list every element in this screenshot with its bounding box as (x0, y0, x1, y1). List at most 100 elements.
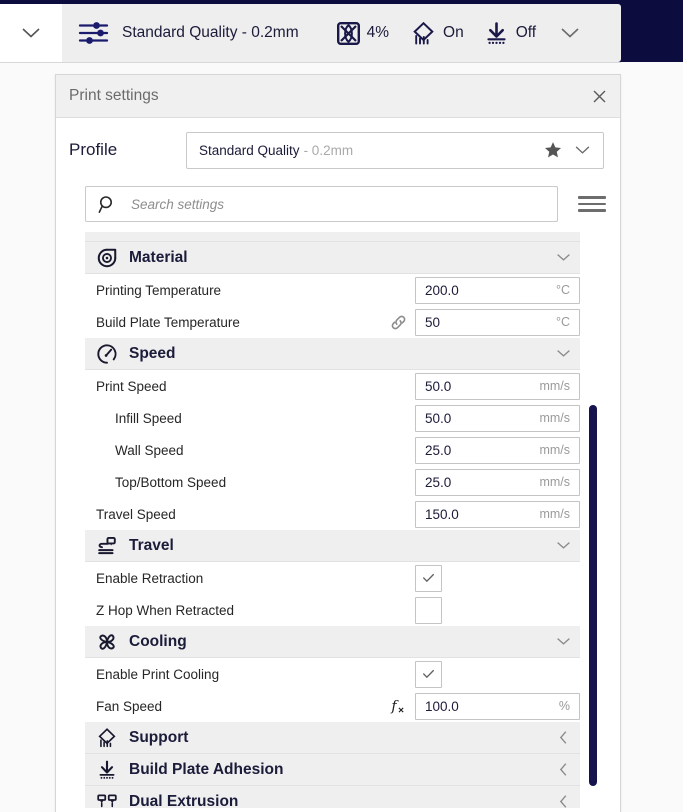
setting-unit: mm/s (539, 475, 570, 489)
setting-row-build-plate-temperature[interactable]: Build Plate Temperature 50 °C (85, 306, 580, 338)
setting-label: Build Plate Temperature (96, 314, 240, 330)
adhesion-value: Off (515, 24, 537, 41)
close-button[interactable] (588, 85, 610, 107)
setting-row-print-speed[interactable]: Print Speed 50.0 mm/s (85, 370, 580, 402)
setting-value-field[interactable]: 100.0 % (415, 692, 580, 720)
setting-checkbox-wrap (415, 596, 580, 624)
search-input[interactable] (129, 188, 557, 220)
setting-row-enable-print-cooling[interactable]: Enable Print Cooling (85, 658, 580, 690)
setting-label: Print Speed (96, 378, 167, 394)
support-icon (413, 21, 434, 44)
category-name: Travel (129, 536, 174, 554)
print-setup-toolbar[interactable]: Standard Quality - 0.2mm 4% On Off (62, 4, 621, 62)
setting-label: Enable Retraction (96, 570, 204, 586)
setting-value-field[interactable]: 25.0 mm/s (415, 468, 580, 496)
setting-row-z-hop-when-retracted[interactable]: Z Hop When Retracted (85, 594, 580, 626)
speedometer-icon (85, 343, 129, 365)
profile-row: Profile Standard Quality - 0.2mm (56, 118, 620, 182)
search-row (56, 182, 620, 226)
setting-row-wall-speed[interactable]: Wall Speed 25.0 mm/s (85, 434, 580, 466)
settings-list-inner: Material Printing Temperature 200.0 °C B… (85, 232, 580, 808)
setting-value-field[interactable]: 200.0 °C (415, 276, 580, 304)
chevron-down-icon[interactable] (546, 637, 580, 646)
setting-value-field[interactable]: 50.0 mm/s (415, 372, 580, 400)
toolbar-infill-metric[interactable]: 4% (336, 21, 389, 45)
setting-unit: °C (555, 283, 570, 297)
chevron-left-icon[interactable] (546, 794, 580, 808)
hamburger-icon-bar (578, 202, 606, 206)
enable-retraction-checkbox[interactable] (415, 564, 442, 592)
panel-header: Print settings (56, 75, 620, 118)
setting-value-field[interactable]: 25.0 mm/s (415, 436, 580, 464)
setting-row-printing-temperature[interactable]: Printing Temperature 200.0 °C (85, 274, 580, 306)
setting-label: Top/Bottom Speed (115, 474, 227, 490)
settings-scrollbar-track[interactable] (586, 248, 600, 806)
setting-label: Travel Speed (96, 506, 176, 522)
setting-row-enable-retraction[interactable]: Enable Retraction (85, 562, 580, 594)
enable-print-cooling-checkbox[interactable] (415, 660, 442, 688)
setting-value: 200.0 (425, 282, 459, 298)
setting-label: Enable Print Cooling (96, 666, 220, 682)
link-icon[interactable] (381, 313, 415, 332)
profile-dropdown-button[interactable] (571, 145, 603, 155)
category-header-cooling[interactable]: Cooling (85, 626, 580, 658)
settings-visibility-menu-button[interactable] (578, 190, 606, 218)
setting-unit: % (558, 699, 570, 713)
panel-title: Print settings (69, 87, 159, 104)
toolbar-profile-name: Standard Quality - 0.2mm (122, 24, 299, 41)
category-header-dual-extrusion[interactable]: Dual Extrusion (85, 786, 580, 808)
chevron-down-icon (22, 28, 40, 38)
chevron-down-icon[interactable] (546, 253, 580, 262)
infill-grid-icon (336, 21, 360, 45)
setting-label: Z Hop When Retracted (96, 602, 235, 618)
category-header-travel[interactable]: Travel (85, 530, 580, 562)
chevron-down-icon[interactable] (546, 349, 580, 358)
setting-value-field[interactable]: 150.0 mm/s (415, 500, 580, 528)
category-partial-above[interactable] (85, 232, 580, 242)
settings-scrollbar-thumb[interactable] (589, 405, 597, 786)
dual-extrusion-icon (85, 791, 129, 809)
setting-value: 150.0 (425, 506, 459, 522)
toolbar-support-metric[interactable]: On (411, 21, 464, 46)
setting-label: Printing Temperature (96, 282, 222, 298)
toolbar-expand-button[interactable] (560, 27, 580, 39)
setting-row-top-bottom-speed[interactable]: Top/Bottom Speed 25.0 mm/s (85, 466, 580, 498)
category-name: Support (129, 728, 189, 746)
setting-checkbox-wrap (415, 564, 580, 592)
adhesion-icon (85, 759, 129, 781)
chevron-down-icon (561, 28, 579, 38)
category-header-build-plate-adhesion[interactable]: Build Plate Adhesion (85, 754, 580, 786)
category-header-material[interactable]: Material (85, 242, 580, 274)
chevron-down-icon[interactable] (546, 541, 580, 550)
profile-dropdown[interactable]: Standard Quality - 0.2mm (186, 131, 604, 169)
setting-unit: mm/s (539, 443, 570, 457)
check-icon (422, 573, 435, 583)
toolbar-adhesion-metric[interactable]: Off (484, 21, 536, 46)
travel-icon (85, 535, 129, 557)
setting-row-infill-speed[interactable]: Infill Speed 50.0 mm/s (85, 402, 580, 434)
z-hop-checkbox[interactable] (415, 596, 442, 624)
close-icon (593, 90, 605, 102)
setting-row-fan-speed[interactable]: Fan Speed f 100.0 % (85, 690, 580, 722)
setting-value-field[interactable]: 50 °C (415, 308, 580, 336)
svg-text:f: f (390, 699, 399, 715)
setting-value: 50 (425, 314, 441, 330)
setting-value-field[interactable]: 50.0 mm/s (415, 404, 580, 432)
check-icon (422, 669, 435, 679)
hamburger-icon-bar (578, 196, 606, 199)
category-header-support[interactable]: Support (85, 722, 580, 754)
setting-label: Fan Speed (96, 698, 163, 714)
setting-value: 100.0 (425, 698, 459, 714)
star-icon (544, 142, 562, 158)
category-header-speed[interactable]: Speed (85, 338, 580, 370)
setting-row-travel-speed[interactable]: Travel Speed 150.0 mm/s (85, 498, 580, 530)
setting-unit: °C (555, 315, 570, 329)
chevron-left-icon[interactable] (546, 730, 580, 745)
search-box[interactable] (85, 186, 558, 222)
chevron-left-icon[interactable] (546, 762, 580, 777)
toolbar-collapse-button[interactable] (0, 4, 63, 62)
setting-label: Wall Speed (115, 442, 184, 458)
chevron-down-icon (575, 146, 590, 154)
function-icon[interactable]: f (381, 697, 415, 715)
favorite-button[interactable] (535, 141, 571, 159)
